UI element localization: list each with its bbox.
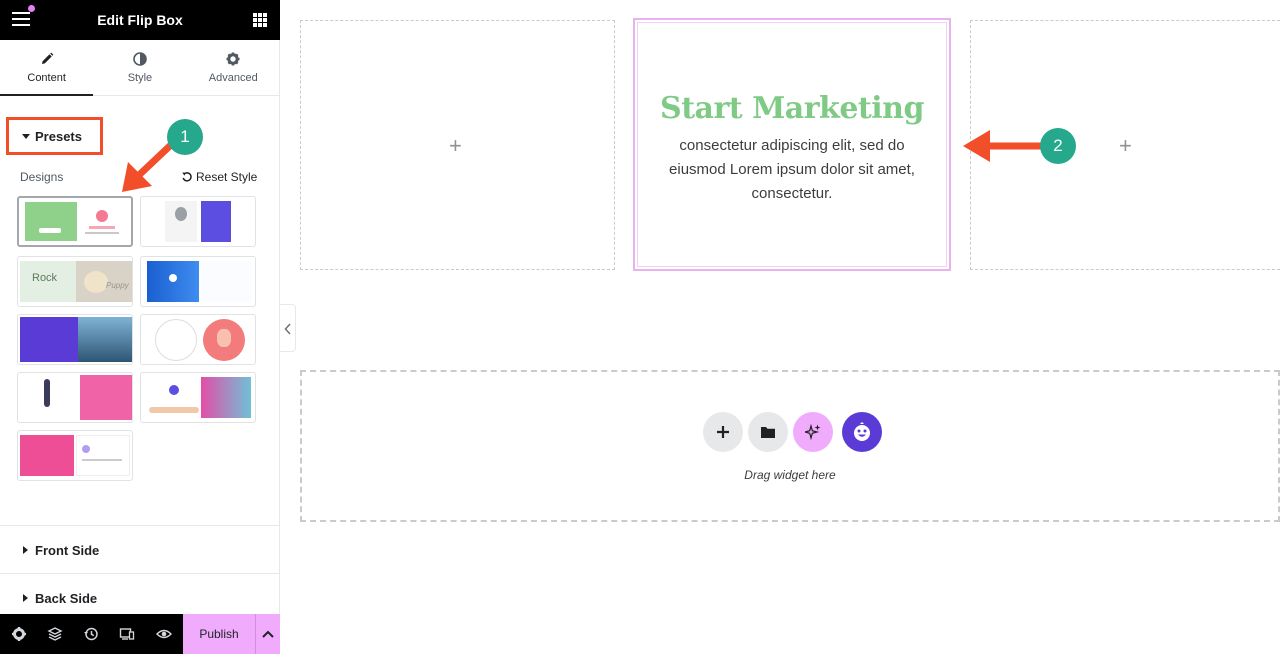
presets-section-header[interactable]: Presets	[6, 117, 103, 155]
ai-generate-button[interactable]	[793, 412, 833, 452]
reset-style-button[interactable]: Reset Style	[181, 170, 257, 184]
back-side-label: Back Side	[35, 591, 98, 606]
panel-footer: Publish	[0, 614, 280, 654]
front-side-section[interactable]: Front Side	[0, 525, 280, 573]
caret-right-icon	[23, 594, 28, 602]
editor-panel: Edit Flip Box Content Style Advanced Pre…	[0, 0, 280, 654]
folder-icon	[761, 427, 775, 438]
responsive-mode-icon[interactable]	[119, 626, 135, 642]
tab-content[interactable]: Content	[0, 40, 94, 96]
chevron-up-icon	[262, 630, 274, 638]
preview-eye-icon[interactable]	[156, 626, 172, 642]
flip-box-widget[interactable]: Start Marketing consectetur adipiscing e…	[633, 18, 951, 271]
preset-design-6[interactable]	[140, 314, 256, 365]
gear-icon	[226, 52, 240, 66]
flip-box-front: Start Marketing consectetur adipiscing e…	[637, 22, 947, 267]
drag-widget-hint: Drag widget here	[744, 468, 836, 482]
tab-style[interactable]: Style	[93, 40, 186, 95]
preset-design-9[interactable]	[17, 430, 133, 481]
front-side-label: Front Side	[35, 543, 100, 558]
step-badge-1: 1	[167, 119, 203, 155]
add-section-button[interactable]	[703, 412, 743, 452]
tab-label: Style	[127, 72, 153, 84]
presets-label: Presets	[35, 129, 82, 144]
smiley-logo-icon	[854, 422, 870, 441]
preset-design-7[interactable]	[17, 372, 133, 423]
publish-options-button[interactable]	[255, 614, 280, 654]
caret-right-icon	[23, 546, 28, 554]
pencil-icon	[41, 52, 54, 64]
layers-icon[interactable]	[47, 626, 63, 642]
plus-icon	[717, 426, 729, 438]
half-circle-icon	[133, 52, 147, 66]
preset-design-5[interactable]	[17, 314, 133, 365]
tab-label: Content	[27, 72, 66, 84]
panel-title: Edit Flip Box	[97, 12, 183, 28]
flip-box-title: Start Marketing	[660, 91, 924, 126]
history-icon[interactable]	[83, 626, 99, 642]
empty-column-left: +	[300, 20, 615, 270]
preset-design-8[interactable]	[140, 372, 256, 423]
widgets-grid-icon[interactable]	[253, 13, 267, 27]
panel-tabs: Content Style Advanced	[0, 40, 280, 96]
collapse-panel-handle[interactable]	[280, 304, 296, 352]
preset-design-4[interactable]	[140, 256, 256, 307]
notification-dot	[28, 5, 35, 12]
preset-puppy-text: Puppy	[106, 281, 129, 290]
add-widget-plus-icon[interactable]: +	[449, 135, 462, 157]
happy-addons-button[interactable]	[842, 412, 882, 452]
add-template-button[interactable]	[748, 412, 788, 452]
preset-rock-text: Rock	[32, 272, 58, 284]
tab-advanced[interactable]: Advanced	[187, 40, 280, 95]
designs-label: Designs	[20, 170, 64, 184]
flip-box-description: consectetur adipiscing elit, sed do eius…	[669, 137, 915, 202]
editor-app: Edit Flip Box Content Style Advanced Pre…	[0, 0, 1280, 654]
tab-label: Advanced	[208, 72, 258, 84]
add-widget-plus-icon[interactable]: +	[1119, 135, 1132, 157]
sparkle-icon	[805, 424, 821, 440]
reset-style-label: Reset Style	[196, 170, 258, 184]
drop-zone[interactable]: Drag widget here	[300, 370, 1280, 522]
chevron-left-icon	[284, 323, 291, 335]
settings-gear-icon[interactable]	[11, 626, 27, 642]
step-badge-2: 2	[1040, 128, 1076, 164]
preset-design-3[interactable]: Rock Puppy	[17, 256, 133, 307]
publish-button[interactable]: Publish	[183, 614, 255, 654]
caret-down-icon	[22, 134, 30, 139]
annotation-arrow-2	[963, 130, 1050, 162]
panel-header: Edit Flip Box	[0, 0, 280, 40]
